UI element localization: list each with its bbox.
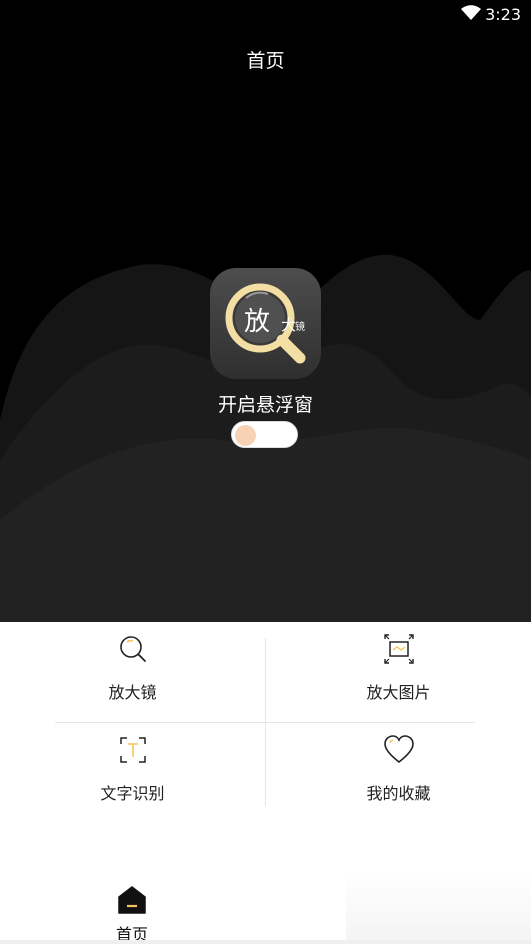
nav-bottom-edge [0,940,531,944]
feature-favorites[interactable]: 我的收藏 [266,723,531,823]
nav-background-fade [346,870,531,944]
feature-enlarge-image-label: 放大图片 [366,683,431,702]
wifi-icon [461,5,481,20]
status-time: 3:23 [485,5,521,24]
feature-magnifier[interactable]: 放大镜 [0,622,265,722]
feature-grid: 放大镜 放大图片 文字识别 我的收藏 [0,622,531,822]
home-icon [118,886,146,914]
feature-text-recognition[interactable]: 文字识别 [0,723,265,823]
nav-home-tab[interactable]: 首页 [96,886,168,944]
float-window-toggle[interactable] [231,421,298,448]
text-recognition-icon [120,737,146,763]
magnifier-icon [120,636,146,662]
logo-char-small: 大 [281,316,297,334]
float-window-label: 开启悬浮窗 [217,394,313,416]
feature-magnifier-label: 放大镜 [108,683,157,702]
hero-section: 3:23 首页 放 大 镜 开启悬浮窗 [0,0,531,622]
logo-char-tiny: 镜 [295,322,305,333]
status-bar: 3:23 [0,0,531,30]
feature-favorites-label: 我的收藏 [366,784,431,803]
page-title: 首页 [246,50,285,72]
app-logo[interactable]: 放 大 镜 [210,268,321,379]
logo-char-main: 放 [244,307,271,337]
heart-icon [384,735,414,764]
enlarge-image-icon [384,634,414,664]
feature-enlarge-image[interactable]: 放大图片 [266,622,531,722]
toggle-knob [235,425,256,446]
bottom-navigation: 首页 [0,870,531,944]
feature-text-recognition-label: 文字识别 [100,784,165,803]
